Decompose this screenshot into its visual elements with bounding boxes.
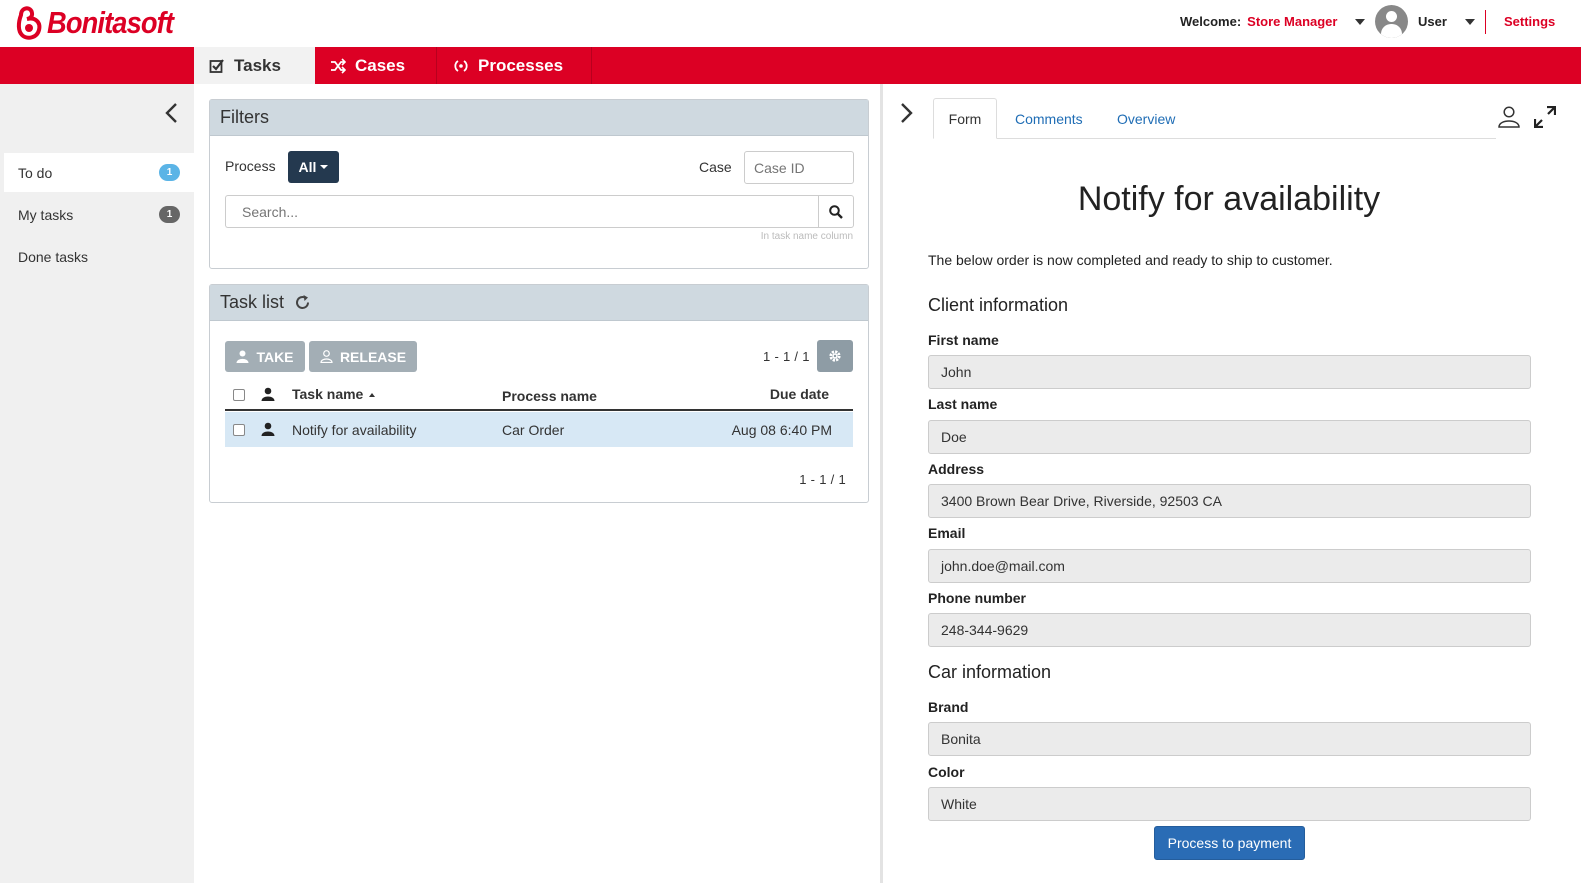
process-filter-dropdown[interactable]: All [288, 151, 339, 183]
row-checkbox[interactable] [233, 424, 245, 436]
tab-tasks[interactable]: Tasks [194, 47, 315, 84]
user-dropdown-icon[interactable] [1465, 19, 1475, 25]
chevron-left-icon[interactable] [163, 102, 179, 124]
task-list-title: Task list [220, 292, 285, 312]
color-label: Color [928, 764, 965, 780]
brand-name: Bonitasoft [47, 5, 174, 40]
sidebar-item-label: My tasks [18, 206, 74, 223]
refresh-icon[interactable] [294, 294, 311, 311]
release-button[interactable]: RELEASE [309, 341, 417, 372]
sidebar-item-my-tasks[interactable]: My tasks 1 [4, 195, 194, 234]
process-icon [454, 59, 468, 72]
assign-user-icon[interactable] [1497, 106, 1521, 128]
process-filter-label: Process [225, 158, 276, 174]
case-filter-label: Case [699, 159, 732, 175]
due-date-cell: Aug 08 6:40 PM [731, 422, 832, 438]
sort-ascending-icon [369, 393, 376, 398]
search-hint: In task name column [760, 231, 853, 242]
phone-field[interactable]: 248-344-9629 [928, 613, 1531, 647]
take-label: TAKE [256, 348, 294, 365]
bonitasoft-logo-icon [16, 6, 42, 40]
task-table-header: Task name Process name Due date [225, 380, 853, 411]
search-icon [829, 204, 843, 219]
table-row[interactable]: Notify for availability Car Order Aug 08… [225, 412, 853, 447]
last-name-field[interactable]: Doe [928, 420, 1531, 454]
search-button[interactable] [818, 195, 854, 228]
first-name-field[interactable]: John [928, 355, 1531, 389]
welcome-text: Welcome: Store Manager [1180, 14, 1337, 29]
column-process-name[interactable]: Process name [502, 388, 597, 404]
form-intro-text: The below order is now completed and rea… [928, 252, 1333, 268]
email-label: Email [928, 525, 966, 541]
client-section-heading: Client information [928, 295, 1069, 315]
take-button[interactable]: TAKE [225, 341, 305, 372]
profile-name[interactable]: Store Manager [1247, 14, 1337, 29]
header-divider [1485, 10, 1486, 34]
bonitasoft-logo[interactable]: Bonitasoft [15, 5, 190, 41]
sidebar-item-label: To do [18, 164, 53, 181]
process-to-payment-button[interactable]: Process to payment [1154, 826, 1305, 860]
pagination-info: 1 - 1 / 1 [763, 349, 810, 364]
tab-cases-label: Cases [355, 55, 406, 75]
user-name[interactable]: User [1418, 14, 1447, 29]
tab-cases[interactable]: Cases [315, 47, 437, 84]
brand-label: Brand [928, 699, 969, 715]
case-id-input[interactable] [744, 151, 854, 184]
task-list-panel: Task list TAKE RELEASE 1 - 1 / 1 Task na… [209, 284, 869, 503]
filters-panel: Filters Process All Case In task name co… [209, 99, 869, 269]
process-name-cell: Car Order [502, 422, 565, 438]
user-icon [236, 350, 249, 363]
select-all-checkbox[interactable] [233, 389, 245, 401]
count-badge: 1 [159, 164, 180, 181]
caret-down-icon [320, 165, 329, 169]
settings-link[interactable]: Settings [1504, 14, 1555, 29]
sidebar-item-done-tasks[interactable]: Done tasks [4, 237, 194, 276]
color-field[interactable]: White [928, 787, 1531, 821]
search-input[interactable] [225, 195, 818, 228]
process-filter-value: All [298, 159, 317, 175]
check-square-icon [209, 58, 224, 73]
assignee-icon [261, 387, 275, 401]
column-due-date[interactable]: Due date [770, 386, 829, 402]
profile-dropdown-icon[interactable] [1355, 19, 1365, 25]
expand-icon[interactable] [1534, 106, 1556, 128]
task-name-cell: Notify for availability [292, 422, 417, 438]
address-field[interactable]: 3400 Brown Bear Drive, Riverside, 92503 … [928, 484, 1531, 518]
tab-processes[interactable]: Processes [437, 47, 592, 84]
tab-tasks-label: Tasks [234, 55, 281, 75]
tab-comments[interactable]: Comments [1015, 98, 1083, 139]
filters-title: Filters [210, 100, 868, 136]
sidebar-item-todo[interactable]: To do 1 [4, 153, 194, 192]
brand-field[interactable]: Bonita [928, 722, 1531, 756]
count-badge: 1 [159, 206, 180, 223]
phone-label: Phone number [928, 590, 1027, 606]
welcome-label: Welcome: [1180, 14, 1242, 29]
pagination-info-bottom: 1 - 1 / 1 [799, 472, 846, 487]
tab-overview[interactable]: Overview [1117, 98, 1175, 139]
sidebar-item-label: Done tasks [18, 248, 89, 265]
column-task-name[interactable]: Task name [292, 386, 376, 402]
task-list-header: Task list [210, 285, 868, 321]
assignee-icon [261, 422, 275, 436]
top-header: Bonitasoft Welcome: Store Manager User Se… [0, 0, 1581, 47]
gear-icon [829, 350, 841, 362]
chevron-right-icon[interactable] [899, 102, 915, 124]
car-section-heading: Car information [928, 662, 1052, 682]
tab-processes-label: Processes [478, 55, 564, 75]
main-nav: Tasks Cases Processes [0, 47, 1581, 84]
address-label: Address [928, 461, 985, 477]
last-name-label: Last name [928, 396, 998, 412]
user-outline-icon [320, 350, 333, 363]
form-title: Notify for availability [1077, 180, 1381, 218]
tab-form[interactable]: Form [933, 98, 997, 139]
release-label: RELEASE [339, 348, 407, 365]
email-field[interactable]: john.doe@mail.com [928, 549, 1531, 583]
table-settings-button[interactable] [817, 340, 853, 372]
first-name-label: First name [928, 332, 999, 348]
pane-divider[interactable] [880, 84, 883, 883]
sidebar: To do 1 My tasks 1 Done tasks [0, 84, 194, 883]
shuffle-icon [331, 57, 346, 74]
user-avatar[interactable] [1375, 5, 1408, 38]
